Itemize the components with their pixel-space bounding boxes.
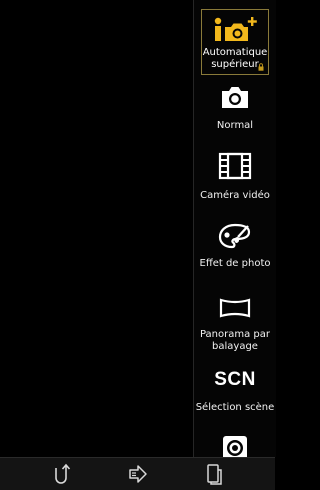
film-icon (218, 152, 252, 180)
panorama-icon (219, 298, 251, 318)
mode-superior-auto[interactable]: Automatique supérieur (201, 9, 269, 75)
mode-label: Sélection scène (195, 402, 275, 413)
share-button[interactable] (124, 462, 152, 486)
mode-label: Panorama par balayage (199, 329, 271, 352)
mode-label: Effet de photo (199, 258, 271, 269)
mode-sweep-panorama[interactable]: Panorama par balayage (194, 297, 276, 353)
palette-icon (218, 223, 251, 249)
camera-viewfinder[interactable] (0, 0, 193, 457)
selfportrait-icon (223, 436, 247, 457)
bottom-navigation-bar (0, 457, 275, 490)
back-button[interactable] (47, 462, 75, 486)
mode-picture-effect[interactable]: Effet de photo (194, 222, 276, 270)
mode-label: Normal (216, 120, 254, 131)
superior-auto-icon (214, 17, 257, 41)
mode-self-portrait[interactable] (194, 434, 276, 457)
back-icon (55, 463, 71, 484)
mode-label: Caméra vidéo (200, 190, 270, 201)
camera-icon (222, 87, 248, 108)
switch-camera-button[interactable] (200, 462, 228, 486)
mode-scene-selection[interactable]: SCN Sélection scène (194, 368, 276, 414)
capture-mode-panel: Automatique supérieur Normal Caméra vidé… (193, 0, 276, 457)
switch-camera-icon (207, 464, 222, 485)
scn-icon: SCN (214, 369, 256, 390)
share-icon (129, 465, 147, 483)
mode-normal[interactable]: Normal (194, 84, 276, 132)
lock-icon (258, 63, 264, 71)
mode-video-camera[interactable]: Caméra vidéo (194, 152, 276, 202)
